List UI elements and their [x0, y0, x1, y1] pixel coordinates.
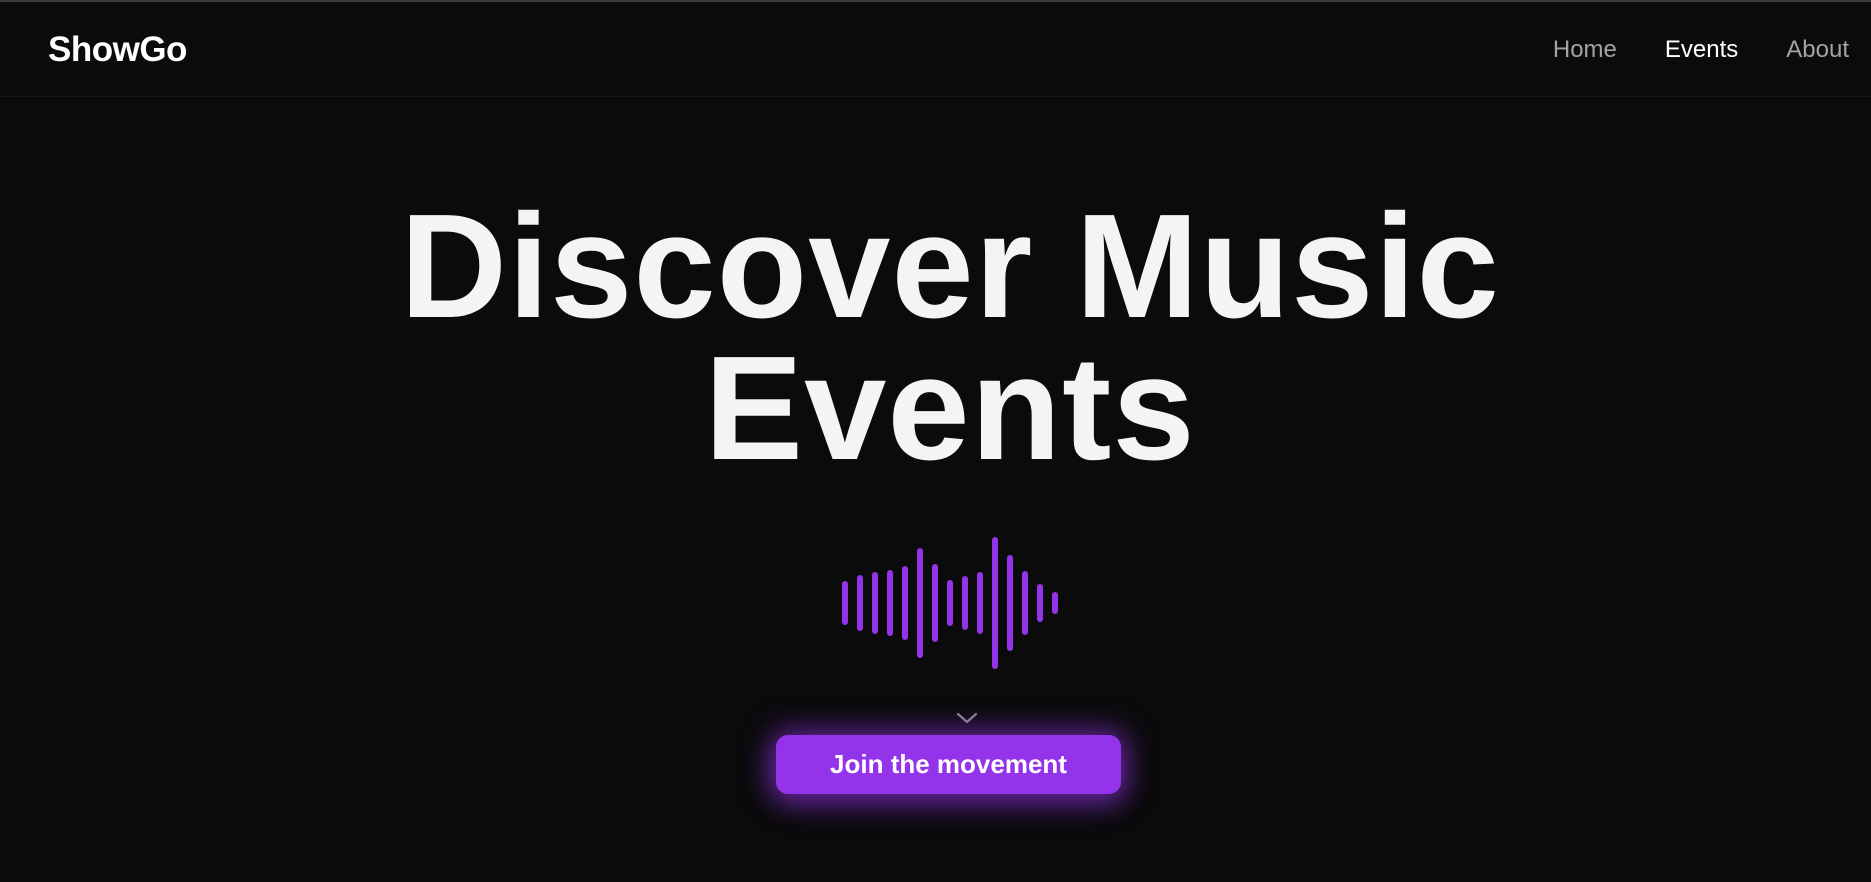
join-the-movement-button[interactable]: Join the movement [776, 735, 1121, 794]
hero-title-line-2: Events [704, 326, 1196, 491]
hero-title-line-1: Discover Music [400, 184, 1500, 349]
main-nav: Home Events About [1553, 36, 1849, 64]
hero-title: Discover Music Events [0, 193, 1871, 483]
nav-link-about[interactable]: About [1786, 36, 1849, 64]
top-navbar: ShowGo Home Events About [0, 2, 1871, 97]
nav-link-home[interactable]: Home [1553, 36, 1617, 64]
nav-link-events[interactable]: Events [1665, 36, 1738, 64]
brand-logo[interactable]: ShowGo [48, 30, 187, 70]
chevron-down-icon[interactable] [955, 710, 979, 726]
audio-waveform-icon [842, 537, 1058, 669]
